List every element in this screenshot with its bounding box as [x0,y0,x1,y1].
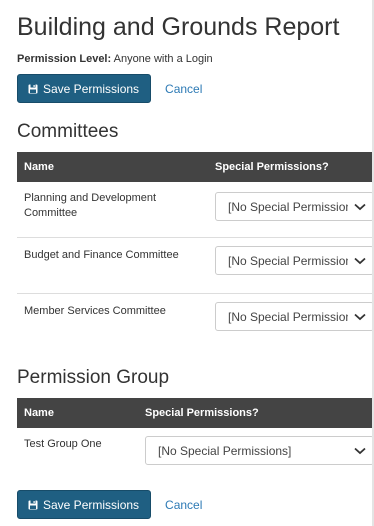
committees-heading: Committees [17,121,119,142]
permission-level: Permission Level: Anyone with a Login [17,52,213,66]
special-permissions-select[interactable]: [No Special Permissions] [215,246,374,275]
floppy-disk-icon [28,500,38,509]
bottom-action-bar: Save Permissions Cancel [17,490,202,519]
permission-group-table-header: Name Special Permissions? [17,398,374,428]
chevron-down-icon [348,438,372,463]
save-permissions-label: Save Permissions [43,497,140,512]
committee-name: Member Services Committee [24,305,166,317]
save-permissions-label: Save Permissions [43,81,140,96]
special-permissions-select[interactable]: [No Special Permissions] [215,192,374,221]
committee-name: Planning and Development Committee [24,192,157,219]
permission-group-row: Test Group One [No Special Permissions] [17,428,374,474]
save-permissions-button-bottom[interactable]: Save Permissions [17,490,152,519]
chevron-down-icon [348,248,372,273]
column-header-name: Name [24,161,54,173]
committee-row-budget: Budget and Finance Committee [No Special… [17,238,374,294]
permission-level-value: Anyone with a Login [113,53,213,65]
cancel-link-bottom[interactable]: Cancel [165,498,202,512]
floppy-disk-icon [28,84,38,93]
save-permissions-button-top[interactable]: Save Permissions [17,74,152,103]
chevron-down-icon [348,194,372,219]
special-permissions-select[interactable]: [No Special Permissions] [215,302,374,331]
cancel-link-top[interactable]: Cancel [165,82,202,96]
top-action-bar: Save Permissions Cancel [17,74,202,103]
select-value: [No Special Permissions] [228,200,362,214]
committee-row-member-services: Member Services Committee [No Special Pe… [17,294,374,344]
committee-row-planning: Planning and Development Committee [No S… [17,182,374,238]
column-header-name: Name [24,407,54,419]
select-value: [No Special Permissions] [158,444,292,458]
column-header-special-permissions: Special Permissions? [215,161,329,173]
committee-name: Budget and Finance Committee [24,249,179,261]
permission-level-label: Permission Level: [17,53,112,65]
column-header-special-permissions: Special Permissions? [145,407,259,419]
select-value: [No Special Permissions] [228,254,362,268]
select-value: [No Special Permissions] [228,310,362,324]
committees-table-header: Name Special Permissions? [17,152,374,182]
chevron-down-icon [348,304,372,329]
group-name: Test Group One [24,438,102,450]
permission-group-heading: Permission Group [17,367,170,388]
page-title: Building and Grounds Report [17,13,340,41]
special-permissions-select[interactable]: [No Special Permissions] [145,436,374,465]
